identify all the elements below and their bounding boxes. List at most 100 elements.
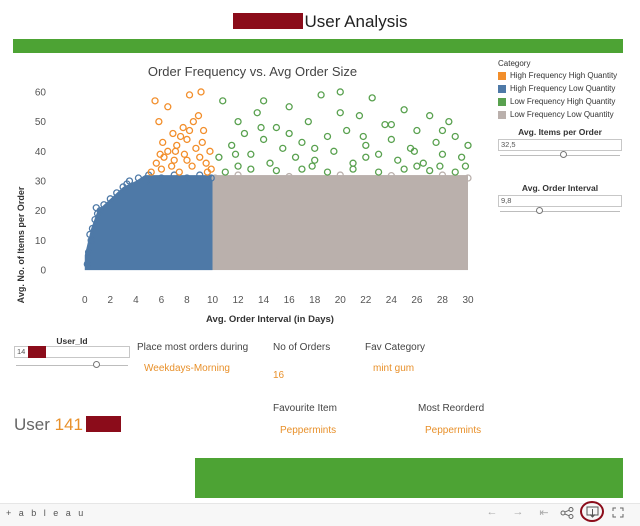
user-heading-prefix: User [14,415,50,434]
legend-item-high-freq-low-qty[interactable]: High Frequency Low Quantity [498,84,615,93]
low-frequency-high-quantity-point [349,159,357,167]
high-frequency-high-quantity-point [194,112,203,120]
low-frequency-high-quantity-point [419,159,427,167]
low-frequency-high-quantity-point [445,117,453,126]
legend-label: Low Frequency Low Quantity [510,110,614,119]
y-tick-label: 60 [35,87,47,98]
legend-item-high-freq-high-qty[interactable]: High Frequency High Quantity [498,71,617,80]
low-frequency-high-quantity-point [234,162,242,170]
legend-label: Low Frequency High Quantity [510,97,616,106]
y-axis-title: Avg. No. of Items per Order [16,186,26,303]
low-frequency-high-quantity-point [426,112,434,120]
low-frequency-high-quantity-point [413,162,421,170]
low-frequency-high-quantity-point [231,150,240,158]
y-tick-labels: 0 10 20 30 40 50 60 [35,87,47,276]
legend-swatch [498,110,506,119]
legend-swatch [498,71,506,80]
fullscreen-icon[interactable] [612,507,624,518]
low-freq-low-qty-region [212,175,468,271]
high-frequency-high-quantity-point [159,138,167,147]
density-regions [84,175,468,271]
low-frequency-high-quantity-point [247,165,255,173]
high-frequency-high-quantity-point [202,159,210,167]
low-frequency-high-quantity-point [359,132,367,141]
fav-item-value: Peppermints [280,425,337,436]
scatter-chart[interactable]: Avg. No. of Items per Order Avg. Order I… [0,80,490,330]
low-frequency-high-quantity-point [464,141,472,150]
high-frequency-high-quantity-point [196,153,204,161]
high-frequency-high-quantity-point [185,91,194,99]
user-id-slider-track[interactable] [16,365,128,366]
footer-accent-block [195,458,623,498]
user-heading-number: 141 [54,415,84,434]
user-id-value: 14 [17,347,26,356]
x-tick-label: 0 [82,295,88,306]
low-frequency-high-quantity-point [336,109,344,117]
low-frequency-high-quantity-point [272,166,281,175]
legend-item-low-freq-low-qty[interactable]: Low Frequency Low Quantity [498,110,614,119]
x-axis-title: Avg. Order Interval (in Days) [206,314,334,325]
redacted-name-block [232,13,303,29]
avg-interval-input[interactable]: 9,8 [498,195,622,207]
high-frequency-high-quantity-point [167,162,176,170]
low-frequency-high-quantity-point [387,120,396,129]
high-freq-low-qty-region [84,175,213,271]
high-frequency-high-quantity-point [189,117,198,126]
high-frequency-high-quantity-point [173,141,181,150]
x-tick-label: 6 [159,295,165,306]
x-tick-label: 2 [108,295,114,306]
low-frequency-high-quantity-point [323,132,332,141]
avg-interval-slider-knob[interactable] [536,207,544,214]
dashboard-title: User Analysis [0,12,640,32]
low-frequency-high-quantity-point [308,162,316,170]
high-frequency-high-quantity-point [199,126,208,135]
low-frequency-high-quantity-point [240,129,249,138]
low-frequency-high-quantity-point [432,138,440,147]
undo-icon[interactable]: ← [485,506,499,518]
x-tick-labels: 0 2 4 6 8 10 12 14 16 18 20 22 24 26 28 30 [82,295,474,306]
low-frequency-high-quantity-point [368,94,376,102]
low-frequency-high-quantity-point [451,132,459,141]
y-tick-label: 10 [35,236,47,247]
tableau-logo[interactable]: + a b l e a u [6,508,86,518]
low-frequency-high-quantity-point [461,162,470,170]
avg-items-filter-label: Avg. Items per Order [518,127,602,137]
download-icon[interactable] [586,506,599,518]
user-heading-redaction [86,416,121,432]
legend-item-low-freq-high-qty[interactable]: Low Frequency High Quantity [498,97,615,106]
high-frequency-high-quantity-point [170,156,178,164]
low-frequency-high-quantity-point [266,159,274,167]
share-icon[interactable] [560,507,574,519]
low-frequency-high-quantity-point [285,129,293,138]
legend-label: High Frequency Low Quantity [510,84,616,93]
avg-items-slider-knob[interactable] [560,151,568,158]
y-tick-label: 50 [35,117,47,128]
x-tick-label: 30 [462,295,474,306]
low-frequency-high-quantity-point [215,153,223,161]
avg-interval-slider-track[interactable] [500,211,620,212]
high-frequency-high-quantity-point [192,144,200,152]
low-frequency-high-quantity-point [374,150,383,158]
low-frequency-high-quantity-point [279,144,287,152]
most-reordered-label: Most Reorderd [418,403,485,414]
fav-category-label: Fav Category [365,342,426,353]
high-frequency-high-quantity-point [176,132,185,141]
avg-items-input[interactable]: 32,5 [498,139,622,151]
low-frequency-high-quantity-point [311,156,319,164]
redo-icon[interactable]: → [511,506,525,518]
high-frequency-high-quantity-point [198,138,206,147]
low-frequency-high-quantity-point [400,165,408,173]
y-tick-label: 20 [35,206,47,217]
high-frequency-high-quantity-point [155,117,163,126]
fav-category-value: mint gum [373,363,415,374]
high-frequency-high-quantity-point [183,135,191,144]
low-frequency-high-quantity-point [438,150,447,158]
revert-icon[interactable]: ⇤ [537,506,551,519]
x-tick-label: 28 [437,295,449,306]
low-frequency-high-quantity-point [291,153,300,161]
x-tick-label: 18 [309,295,321,306]
x-tick-label: 10 [207,295,219,306]
avg-interval-filter-label: Avg. Order Interval [521,183,599,193]
user-id-slider-knob[interactable] [93,361,101,368]
num-orders-label: No of Orders [273,342,331,353]
